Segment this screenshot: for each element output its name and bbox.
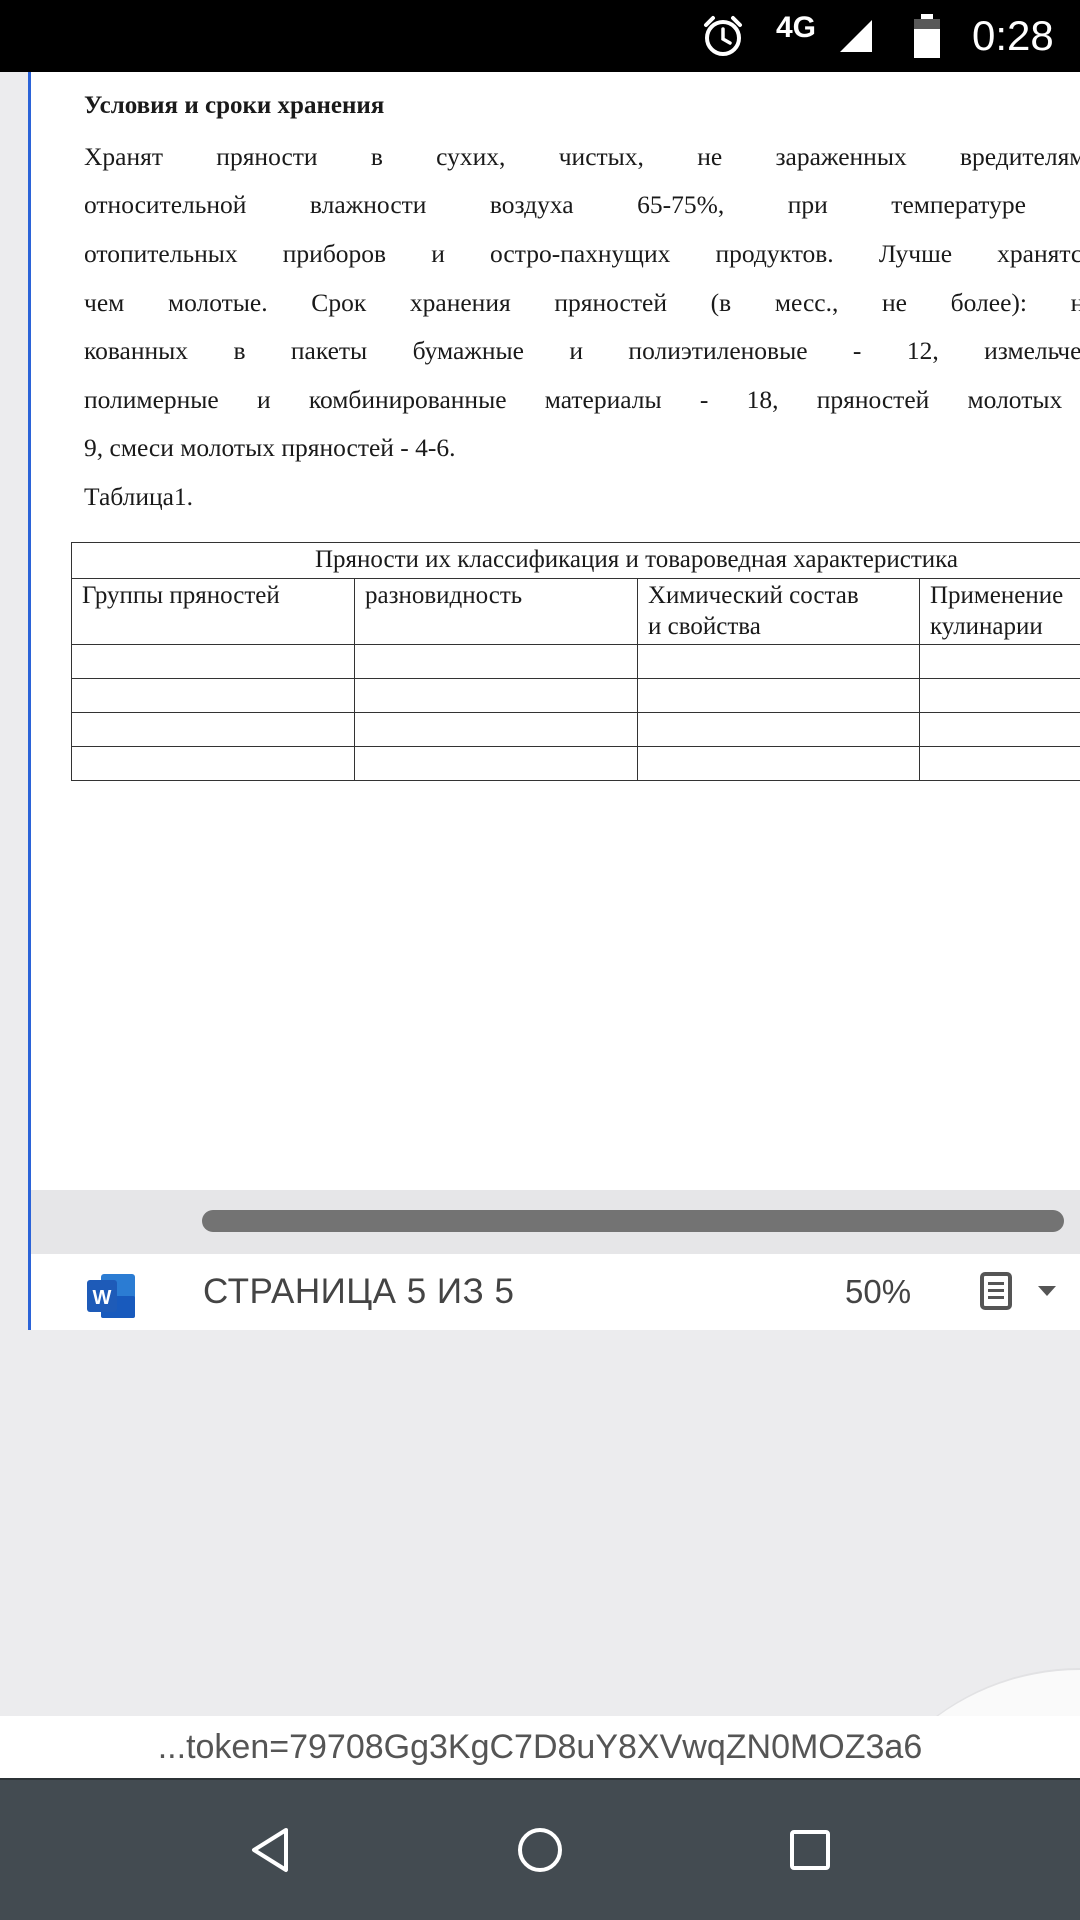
zoom-level[interactable]: 50% <box>845 1254 911 1330</box>
paragraph-line: Хранят пряности в сухих, чистых, не зара… <box>84 142 1080 171</box>
table-row <box>71 644 1080 679</box>
recents-icon <box>788 1828 832 1877</box>
recents-button[interactable] <box>782 1824 838 1880</box>
word-icon: W <box>85 1272 137 1320</box>
url-bar[interactable]: ...token=79708Gg3KgC7D8uY8XVwqZN0MOZ3a6 <box>0 1716 1080 1778</box>
table-row <box>71 678 1080 713</box>
svg-text:W: W <box>93 1287 112 1309</box>
clock-time: 0:28 <box>972 12 1054 59</box>
url-text: ...token=79708Gg3KgC7D8uY8XVwqZN0MOZ3a6 <box>157 1727 923 1766</box>
table-header-cell: Химический состав и свойства <box>637 578 920 645</box>
document-page: Условия и сроки хранения Хранят пряности… <box>31 72 1080 1190</box>
alarm-icon <box>700 0 746 72</box>
table-caption: Пряности их классификация и товароведная… <box>71 542 1080 579</box>
table-header-cell: Группы пряностей <box>71 578 355 645</box>
status-bar: 4G 0:28 <box>0 0 1080 72</box>
navigation-bar <box>0 1778 1080 1920</box>
table-header-cell: Применение кулинарии <box>919 578 1080 645</box>
battery-icon <box>912 0 942 72</box>
paragraph-line: чем молотые. Срок хранения пряностей (в … <box>84 288 1080 317</box>
home-button[interactable] <box>512 1824 568 1880</box>
paragraph-line: кованных в пакеты бумажные и полиэтилено… <box>84 336 1080 365</box>
document-toolbar: W СТРАНИЦА 5 ИЗ 5 50% <box>28 1254 1080 1330</box>
paragraph-line: 9, смеси молотых пряностей - 4-6. <box>84 433 456 462</box>
back-icon <box>248 1826 292 1879</box>
signal-icon <box>838 0 874 72</box>
back-button[interactable] <box>242 1824 298 1880</box>
table-header-cell: разновидность <box>354 578 638 645</box>
section-heading: Условия и сроки хранения <box>84 92 385 119</box>
document-viewport[interactable]: Условия и сроки хранения Хранят пряности… <box>28 72 1080 1190</box>
home-icon <box>516 1826 564 1879</box>
horizontal-scrollbar[interactable] <box>28 1190 1080 1254</box>
table-label: Таблица1. <box>84 482 194 511</box>
paragraph-line: относительной влажности воздуха 65-75%, … <box>84 190 1080 219</box>
page-indicator: СТРАНИЦА 5 ИЗ 5 <box>203 1272 515 1311</box>
table-row <box>71 746 1080 781</box>
network-type: 4G <box>776 11 817 44</box>
paragraph-line: полимерные и комбинированные материалы -… <box>84 385 1080 414</box>
paragraph-line: отопительных приборов и остро-пахнущих п… <box>84 239 1080 268</box>
spice-table: Пряности их классификация и товароведная… <box>71 542 1080 781</box>
table-row <box>71 712 1080 747</box>
view-mode-icon <box>979 1271 1015 1316</box>
screen: 4G 0:28 Условия и сроки хранения Хранят … <box>0 0 1080 1920</box>
scrollbar-thumb[interactable] <box>202 1210 1064 1232</box>
dropdown-arrow-icon <box>1037 1284 1057 1303</box>
view-mode-button[interactable] <box>979 1271 1071 1316</box>
